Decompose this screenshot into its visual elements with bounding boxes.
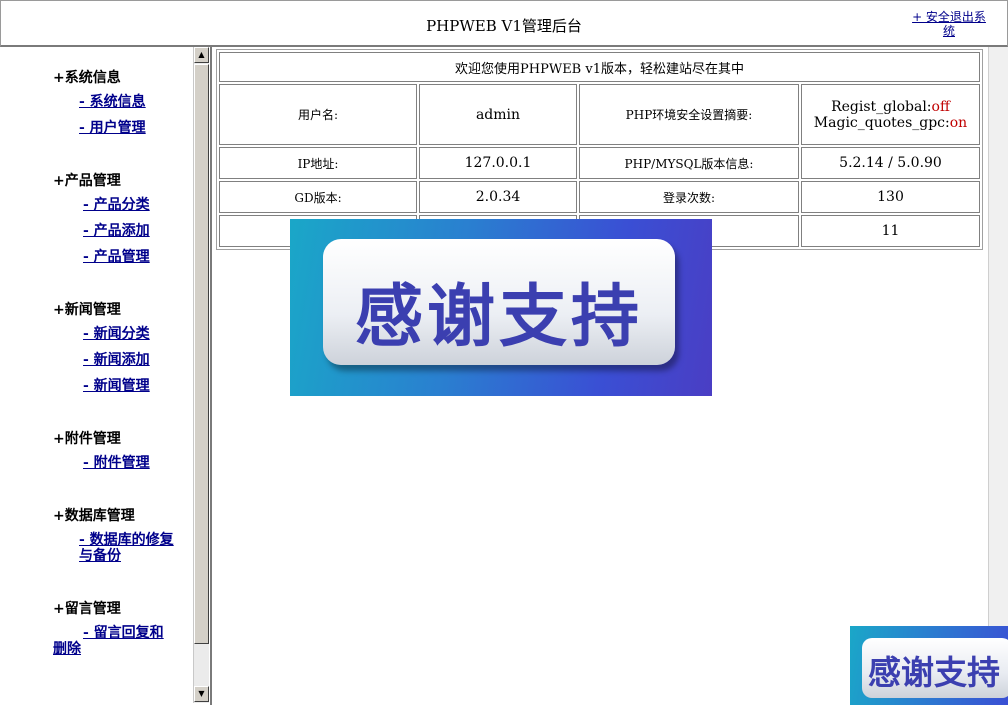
menu-group-attachments: +附件管理 [53, 428, 121, 448]
badge-text: 感谢支持 [868, 653, 1000, 692]
ip-label: IP地址: [219, 147, 417, 179]
menu-item-user-manage[interactable]: - 用户管理 [79, 120, 146, 136]
row4-value: 11 [801, 215, 980, 247]
logout-link[interactable]: + 安全退出系统 [909, 10, 989, 38]
menu-group-messages: +留言管理 [53, 598, 121, 618]
menu-item-news-category[interactable]: - 新闻分类 [83, 326, 150, 342]
right-scrollbar-track[interactable] [988, 47, 1008, 705]
top-frame: PHPWEB V1管理后台 + 安全退出系统 [0, 0, 1008, 47]
menu-item-news-add[interactable]: - 新闻添加 [83, 352, 150, 368]
php-mysql-version-label: PHP/MYSQL版本信息: [579, 147, 799, 179]
menu-heading-database: +数据库管理 [53, 508, 135, 524]
menu-heading-products: +产品管理 [53, 173, 121, 189]
menu-heading-system: +系统信息 [53, 70, 121, 86]
menu-item-product-category[interactable]: - 产品分类 [83, 197, 150, 213]
menu-heading-attachments: +附件管理 [53, 431, 121, 447]
badge-key-shape: 感谢支持 [862, 638, 1008, 698]
left-menu-frame: +系统信息 - 系统信息 - 用户管理 +产品管理 - 产品分类 - 产品添加 … [0, 47, 212, 705]
menu-group-products: +产品管理 [53, 170, 121, 190]
thanks-badge-image: 感谢支持 [850, 626, 1008, 705]
gd-version-value: 2.0.34 [419, 181, 577, 213]
username-label: 用户名: [219, 84, 417, 145]
regist-global-label: Regist_global: [831, 98, 932, 115]
php-security-value: Regist_global:off Magic_quotes_gpc:on [801, 84, 980, 145]
php-security-label: PHP环境安全设置摘要: [579, 84, 799, 145]
banner-key-shape: 感谢支持 [323, 239, 675, 365]
menu-group-news: +新闻管理 [53, 299, 121, 319]
gd-version-label: GD版本: [219, 181, 417, 213]
menu-item-attachment-manage[interactable]: - 附件管理 [83, 455, 150, 471]
scroll-down-icon[interactable]: ▼ [194, 686, 209, 702]
menu-heading-messages: +留言管理 [53, 601, 121, 617]
scroll-thumb[interactable] [194, 64, 209, 644]
menu-item-news-manage[interactable]: - 新闻管理 [83, 378, 150, 394]
menu-item-system-info[interactable]: - 系统信息 [79, 94, 146, 110]
menu-item-product-manage[interactable]: - 产品管理 [83, 249, 150, 265]
menu-heading-news: +新闻管理 [53, 302, 121, 318]
scroll-up-icon[interactable]: ▲ [194, 47, 209, 63]
page-title: PHPWEB V1管理后台 [426, 17, 582, 35]
menu-item-database-repair[interactable]: - 数据库的修复与备份 [79, 532, 183, 564]
ip-value: 127.0.0.1 [419, 147, 577, 179]
left-scrollbar[interactable]: ▲ ▼ [193, 47, 209, 703]
login-count-value: 130 [801, 181, 980, 213]
menu-item-product-add[interactable]: - 产品添加 [83, 223, 150, 239]
thanks-banner-image: 感谢支持 [290, 219, 712, 396]
magic-quotes-label: Magic_quotes_gpc: [813, 114, 950, 131]
username-value: admin [419, 84, 577, 145]
php-mysql-version-value: 5.2.14 / 5.0.90 [801, 147, 980, 179]
menu-group-database: +数据库管理 [53, 505, 135, 525]
login-count-label: 登录次数: [579, 181, 799, 213]
regist-global-value: off [931, 98, 950, 115]
menu-group-system: +系统信息 [53, 67, 121, 87]
menu-item-message-reply[interactable]: - 留言回复和删除 [53, 625, 177, 657]
welcome-message: 欢迎您使用PHPWEB v1版本，轻松建站尽在其中 [219, 52, 980, 82]
magic-quotes-value: on [949, 114, 968, 131]
banner-text: 感谢支持 [354, 278, 643, 357]
